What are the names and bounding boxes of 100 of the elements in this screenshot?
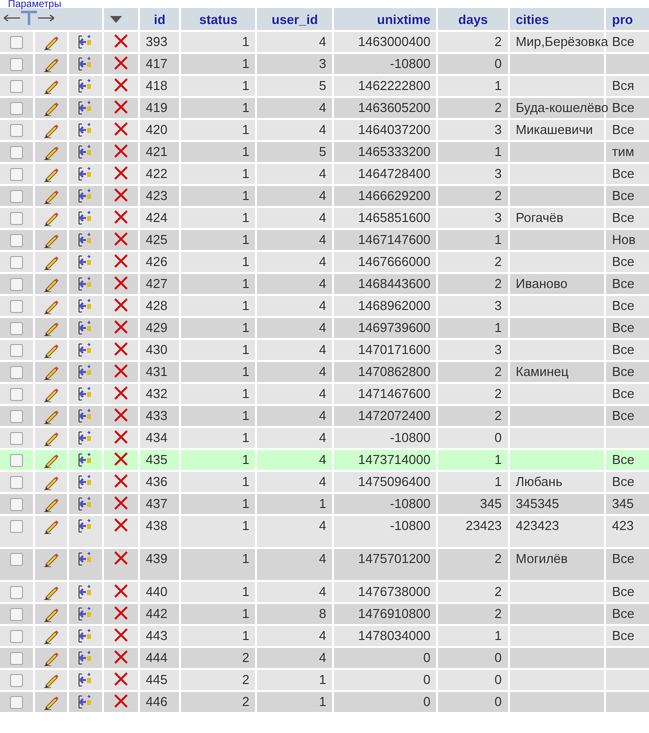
row-checkbox[interactable] [10, 674, 23, 687]
delete-icon[interactable] [114, 56, 128, 70]
copy-row-icon[interactable] [77, 584, 94, 600]
row-checkbox[interactable] [10, 344, 23, 357]
row-checkbox[interactable] [10, 608, 23, 621]
delete-icon[interactable] [114, 628, 128, 642]
copy-row-icon[interactable] [77, 188, 94, 204]
dropdown-triangle-icon[interactable] [110, 16, 122, 24]
pencil-icon[interactable] [42, 694, 59, 710]
row-checkbox[interactable] [10, 234, 23, 247]
copy-row-icon[interactable] [77, 650, 94, 666]
delete-icon[interactable] [114, 232, 128, 246]
copy-row-icon[interactable] [77, 122, 94, 138]
delete-icon[interactable] [114, 78, 128, 92]
delete-icon[interactable] [114, 210, 128, 224]
delete-icon[interactable] [114, 342, 128, 356]
copy-row-icon[interactable] [77, 364, 94, 380]
pencil-icon[interactable] [42, 166, 59, 182]
pencil-icon[interactable] [42, 232, 59, 248]
copy-row-icon[interactable] [77, 474, 94, 490]
delete-icon[interactable] [114, 551, 128, 565]
delete-icon[interactable] [114, 166, 128, 180]
copy-row-icon[interactable] [77, 232, 94, 248]
delete-icon[interactable] [114, 474, 128, 488]
copy-row-icon[interactable] [77, 276, 94, 292]
pencil-icon[interactable] [42, 628, 59, 644]
delete-icon[interactable] [114, 518, 128, 532]
row-checkbox[interactable] [10, 630, 23, 643]
row-checkbox[interactable] [10, 586, 23, 599]
copy-row-icon[interactable] [77, 254, 94, 270]
pencil-icon[interactable] [42, 496, 59, 512]
row-checkbox[interactable] [10, 80, 23, 93]
pencil-icon[interactable] [42, 320, 59, 336]
options-link[interactable]: Параметры [0, 0, 649, 10]
copy-row-icon[interactable] [77, 518, 94, 534]
delete-icon[interactable] [114, 188, 128, 202]
pencil-icon[interactable] [42, 408, 59, 424]
copy-row-icon[interactable] [77, 210, 94, 226]
pencil-icon[interactable] [42, 474, 59, 490]
copy-row-icon[interactable] [77, 551, 94, 567]
delete-icon[interactable] [114, 254, 128, 268]
pencil-icon[interactable] [42, 551, 59, 567]
row-checkbox[interactable] [10, 102, 23, 115]
delete-icon[interactable] [114, 122, 128, 136]
copy-row-icon[interactable] [77, 628, 94, 644]
pencil-icon[interactable] [42, 254, 59, 270]
copy-row-icon[interactable] [77, 100, 94, 116]
delete-icon[interactable] [114, 452, 128, 466]
pencil-icon[interactable] [42, 298, 59, 314]
pencil-icon[interactable] [42, 672, 59, 688]
row-checkbox[interactable] [10, 476, 23, 489]
copy-row-icon[interactable] [77, 166, 94, 182]
delete-icon[interactable] [114, 496, 128, 510]
pencil-icon[interactable] [42, 452, 59, 468]
row-checkbox[interactable] [10, 300, 23, 313]
delete-icon[interactable] [114, 430, 128, 444]
pencil-icon[interactable] [42, 518, 59, 534]
pencil-icon[interactable] [42, 386, 59, 402]
pencil-icon[interactable] [42, 584, 59, 600]
row-checkbox[interactable] [10, 553, 23, 566]
copy-row-icon[interactable] [77, 672, 94, 688]
copy-row-icon[interactable] [77, 430, 94, 446]
pencil-icon[interactable] [42, 56, 59, 72]
row-checkbox[interactable] [10, 432, 23, 445]
copy-row-icon[interactable] [77, 342, 94, 358]
delete-icon[interactable] [114, 276, 128, 290]
row-checkbox[interactable] [10, 36, 23, 49]
delete-icon[interactable] [114, 34, 128, 48]
copy-row-icon[interactable] [77, 606, 94, 622]
delete-icon[interactable] [114, 320, 128, 334]
copy-row-icon[interactable] [77, 694, 94, 710]
delete-icon[interactable] [114, 584, 128, 598]
copy-row-icon[interactable] [77, 408, 94, 424]
delete-icon[interactable] [114, 606, 128, 620]
pencil-icon[interactable] [42, 364, 59, 380]
pencil-icon[interactable] [42, 188, 59, 204]
row-checkbox[interactable] [10, 146, 23, 159]
delete-icon[interactable] [114, 650, 128, 664]
copy-row-icon[interactable] [77, 144, 94, 160]
row-checkbox[interactable] [10, 278, 23, 291]
copy-row-icon[interactable] [77, 56, 94, 72]
delete-icon[interactable] [114, 386, 128, 400]
pencil-icon[interactable] [42, 430, 59, 446]
pencil-icon[interactable] [42, 650, 59, 666]
row-checkbox[interactable] [10, 454, 23, 467]
pencil-icon[interactable] [42, 606, 59, 622]
pencil-icon[interactable] [42, 122, 59, 138]
row-checkbox[interactable] [10, 256, 23, 269]
delete-icon[interactable] [114, 364, 128, 378]
row-checkbox[interactable] [10, 388, 23, 401]
column-arrows-icon[interactable] [2, 10, 56, 26]
pencil-icon[interactable] [42, 100, 59, 116]
pencil-icon[interactable] [42, 34, 59, 50]
delete-icon[interactable] [114, 144, 128, 158]
delete-icon[interactable] [114, 298, 128, 312]
row-checkbox[interactable] [10, 212, 23, 225]
row-checkbox[interactable] [10, 520, 23, 533]
copy-row-icon[interactable] [77, 320, 94, 336]
delete-icon[interactable] [114, 100, 128, 114]
pencil-icon[interactable] [42, 210, 59, 226]
